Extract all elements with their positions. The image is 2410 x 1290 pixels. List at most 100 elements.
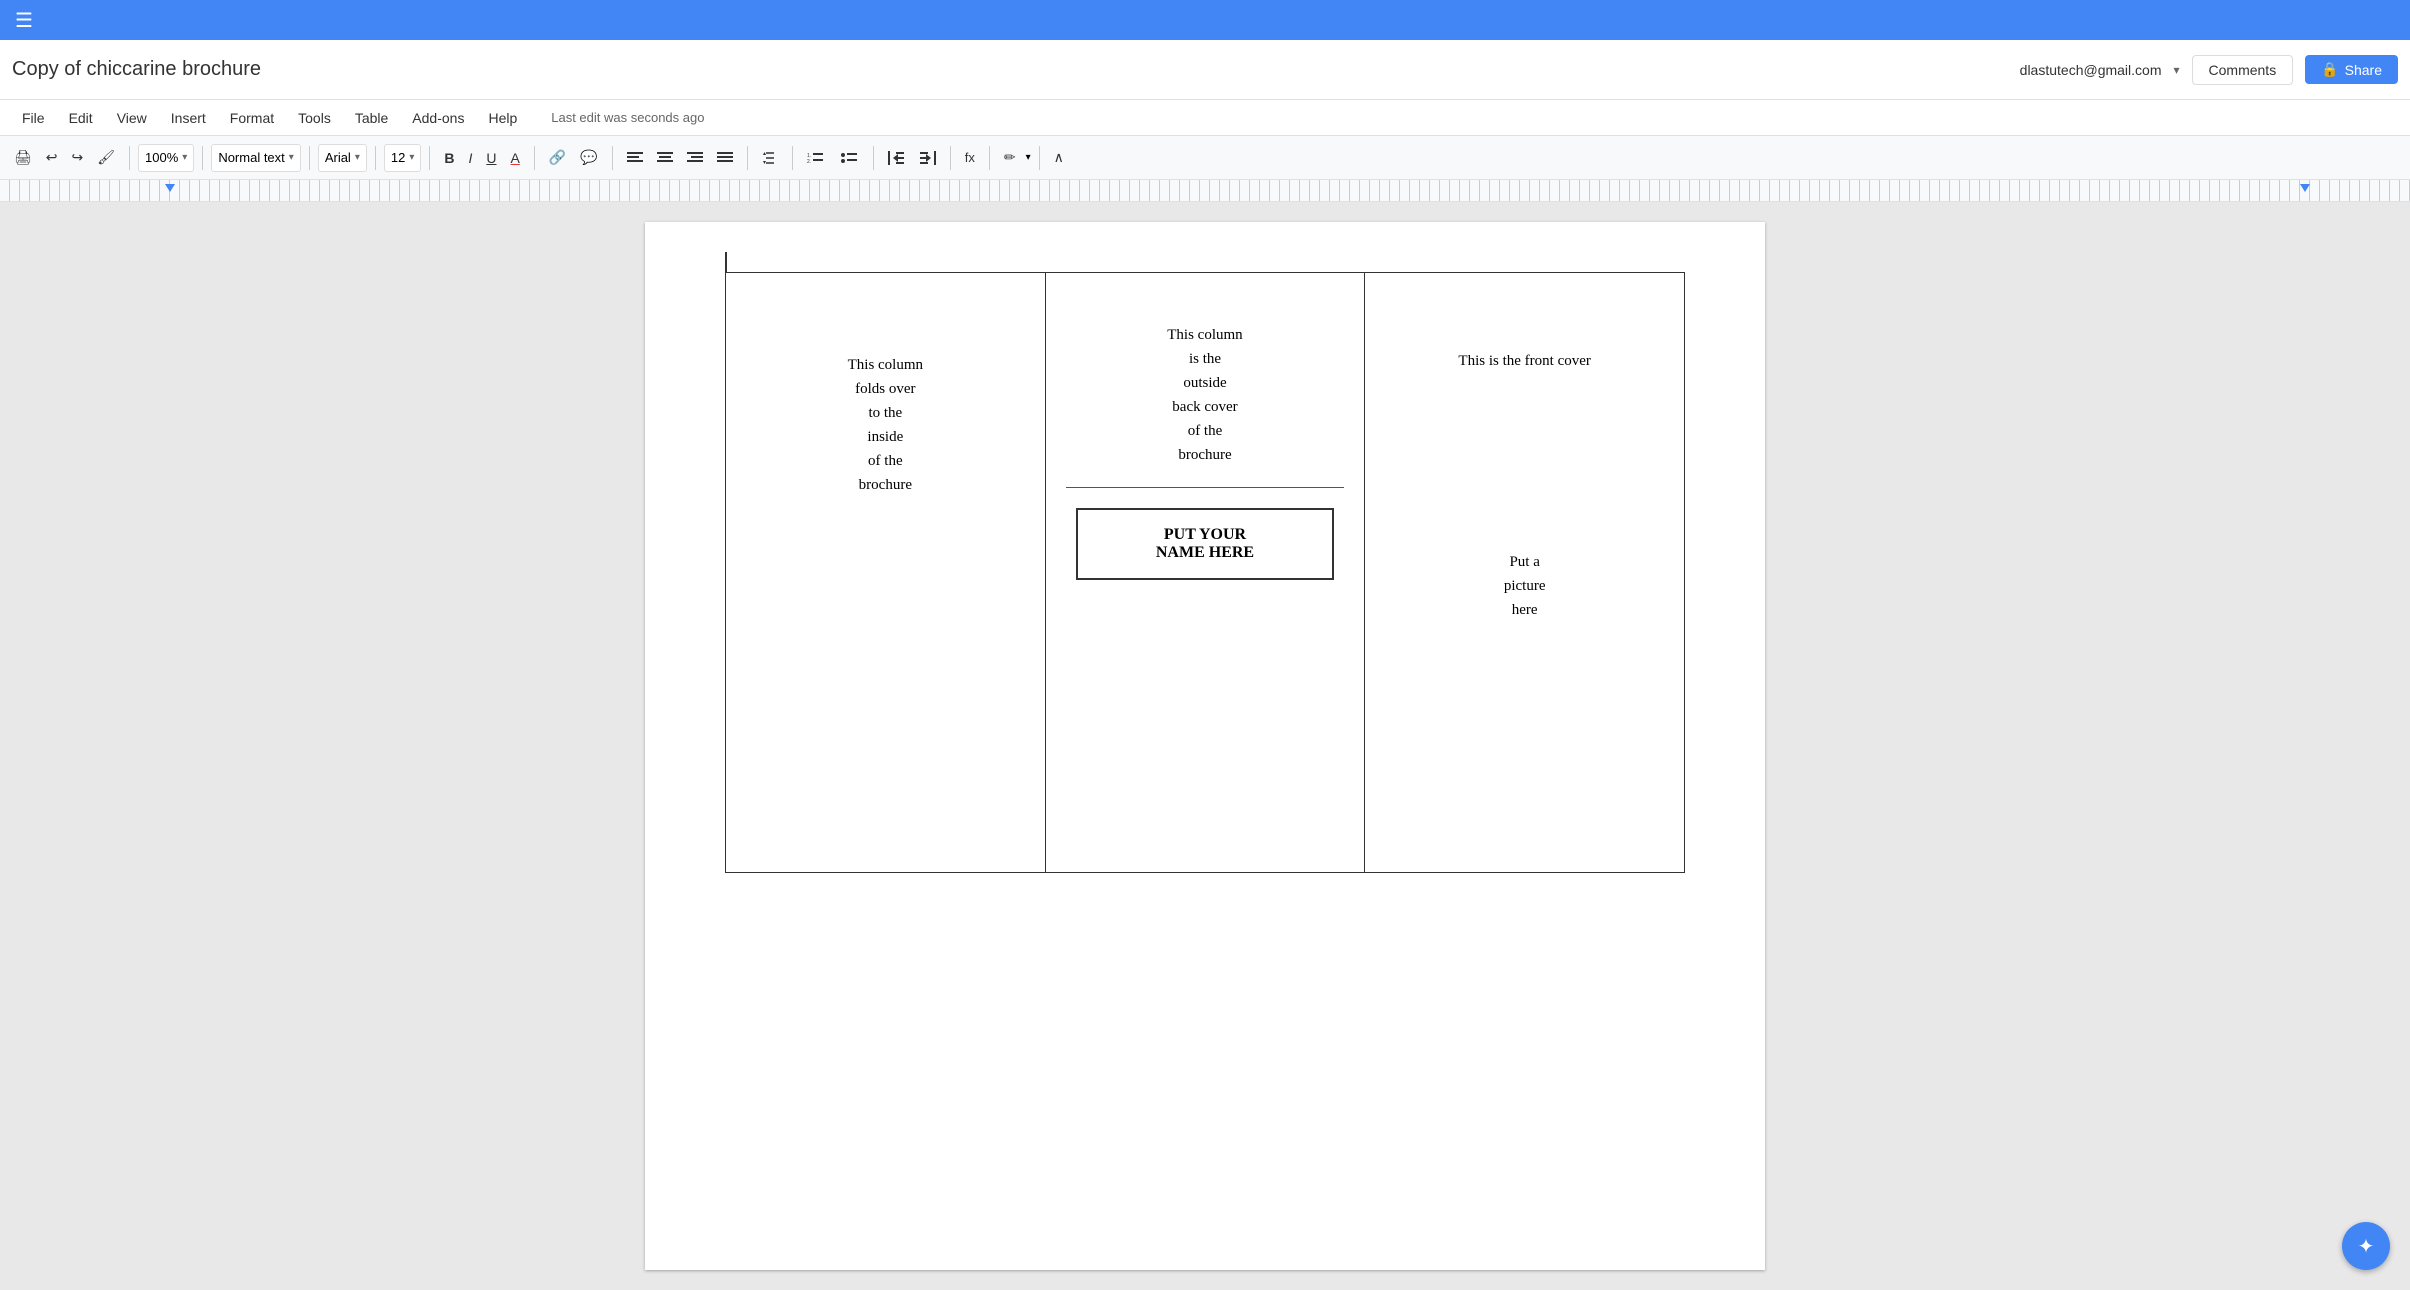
align-left-button[interactable] [621, 147, 649, 169]
menu-bar: File Edit View Insert Format Tools Table… [0, 100, 2410, 136]
toolbar-separator-2 [202, 146, 203, 170]
toolbar-separator-1 [129, 146, 130, 170]
align-center-button[interactable] [651, 147, 679, 169]
toolbar-separator-7 [612, 146, 613, 170]
style-value: Normal text [218, 150, 284, 165]
col3-front-text: This is the front cover [1385, 353, 1664, 370]
toolbar-separator-6 [534, 146, 535, 170]
bold-button[interactable]: B [438, 146, 460, 170]
col2-divider [1066, 487, 1345, 488]
text-color-button[interactable]: A [505, 146, 526, 170]
font-value: Arial [325, 150, 351, 165]
menu-insert[interactable]: Insert [161, 106, 216, 130]
style-arrow-icon: ▾ [289, 152, 294, 163]
explore-button[interactable]: ✦ [2342, 1222, 2390, 1270]
share-button[interactable]: 🔒 Share [2305, 55, 2398, 84]
document-page: This columnfolds overto theinsideof theb… [645, 222, 1765, 1270]
redo-button[interactable]: ↪ [66, 145, 90, 170]
font-arrow-icon: ▾ [355, 152, 360, 163]
name-box[interactable]: PUT YOUR NAME HERE [1076, 508, 1335, 580]
brochure-col2[interactable]: This columnis theoutsideback coverof the… [1045, 273, 1365, 873]
toolbar-separator-12 [989, 146, 990, 170]
last-edit-status: Last edit was seconds ago [551, 110, 704, 125]
ruler [0, 180, 2410, 202]
top-right-area: dlastutech@gmail.com ▾ Comments 🔒 Share [2020, 55, 2398, 85]
explore-icon: ✦ [2358, 1234, 2375, 1259]
undo-button[interactable]: ↩ [40, 145, 64, 170]
zoom-arrow-icon: ▾ [182, 152, 187, 163]
menu-tools[interactable]: Tools [288, 106, 341, 130]
brochure-table[interactable]: This columnfolds overto theinsideof theb… [725, 272, 1685, 873]
toolbar-file-actions: 🖨 ↩ ↪ 🖌 [8, 145, 121, 170]
fontsize-value: 12 [391, 150, 405, 165]
hamburger-icon[interactable]: ☰ [10, 3, 38, 38]
style-dropdown[interactable]: Normal text ▾ [211, 144, 301, 172]
menu-file[interactable]: File [12, 106, 55, 130]
toolbar-separator-8 [747, 146, 748, 170]
document-area[interactable]: This columnfolds overto theinsideof theb… [0, 202, 2410, 1290]
title-bar: Copy of chiccarine brochure ☆ 🗀 dlastute… [0, 40, 2410, 100]
comment-button[interactable]: 💬 [574, 145, 603, 170]
menu-edit[interactable]: Edit [59, 106, 103, 130]
indent-more-button[interactable] [914, 147, 942, 169]
menu-table[interactable]: Table [345, 106, 398, 130]
menu-format[interactable]: Format [220, 106, 284, 130]
zoom-value: 100% [145, 150, 178, 165]
pen-dropdown-arrow[interactable]: ▾ [1026, 152, 1031, 163]
toolbar-links: 🔗 💬 [543, 145, 604, 170]
paint-format-button[interactable]: 🖌 [91, 145, 121, 170]
toolbar-align [621, 147, 739, 169]
col3-picture-text: Put apicturehere [1385, 550, 1664, 622]
toolbar-text-format: B I U A [438, 146, 525, 170]
collapse-toolbar-button[interactable]: ∧ [1048, 145, 1070, 170]
italic-button[interactable]: I [462, 146, 478, 170]
toolbar-separator-9 [792, 146, 793, 170]
brochure-col3[interactable]: This is the front cover Put apicturehere [1365, 273, 1685, 873]
ruler-marker-right [2300, 184, 2310, 194]
pen-button[interactable]: ✏ [998, 145, 1022, 170]
print-button[interactable]: 🖨 [8, 145, 38, 170]
text-cursor [725, 252, 727, 272]
toolbar-separator-4 [375, 146, 376, 170]
text-color-a: A [511, 150, 520, 166]
toolbar-separator-10 [873, 146, 874, 170]
numbered-list-button[interactable]: 1.2. [801, 147, 831, 169]
col1-text: This columnfolds overto theinsideof theb… [746, 353, 1025, 497]
menu-view[interactable]: View [107, 106, 157, 130]
align-justify-button[interactable] [711, 147, 739, 169]
ruler-marker-left [165, 184, 175, 194]
doc-title[interactable]: Copy of chiccarine brochure [12, 58, 2348, 81]
toolbar-separator-11 [950, 146, 951, 170]
toolbar: 🖨 ↩ ↪ 🖌 100% ▾ Normal text ▾ Arial ▾ 12 … [0, 136, 2410, 180]
user-email: dlastutech@gmail.com [2020, 62, 2162, 78]
fontsize-dropdown[interactable]: 12 ▾ [384, 144, 422, 172]
align-right-button[interactable] [681, 147, 709, 169]
toolbar-separator-5 [429, 146, 430, 170]
svg-text:2.: 2. [807, 159, 811, 165]
brochure-col1[interactable]: This columnfolds overto theinsideof theb… [726, 273, 1046, 873]
brochure-row: This columnfolds overto theinsideof theb… [726, 273, 1685, 873]
lock-icon: 🔒 [2321, 61, 2338, 78]
underline-button[interactable]: U [480, 146, 502, 170]
name-line2: NAME HERE [1156, 544, 1254, 561]
indent-less-button[interactable] [882, 147, 910, 169]
dropdown-arrow-icon[interactable]: ▾ [2173, 63, 2179, 77]
line-spacing-button[interactable] [756, 146, 784, 170]
toolbar-separator-13 [1039, 146, 1040, 170]
menu-addons[interactable]: Add-ons [402, 106, 474, 130]
ruler-content [0, 180, 2410, 201]
menu-help[interactable]: Help [478, 106, 527, 130]
font-dropdown[interactable]: Arial ▾ [318, 144, 367, 172]
link-button[interactable]: 🔗 [543, 145, 572, 170]
zoom-dropdown[interactable]: 100% ▾ [138, 144, 194, 172]
name-line1: PUT YOUR [1164, 526, 1246, 543]
bulleted-list-button[interactable] [835, 147, 865, 169]
cursor-area [725, 242, 1685, 252]
share-label: Share [2345, 62, 2382, 78]
google-apps-bar: ☰ [0, 0, 2410, 40]
comments-button[interactable]: Comments [2192, 55, 2294, 85]
col2-back-text: This columnis theoutsideback coverof the… [1066, 323, 1345, 467]
formula-button[interactable]: fx [959, 146, 981, 169]
toolbar-separator-3 [309, 146, 310, 170]
fontsize-arrow-icon: ▾ [409, 152, 414, 163]
